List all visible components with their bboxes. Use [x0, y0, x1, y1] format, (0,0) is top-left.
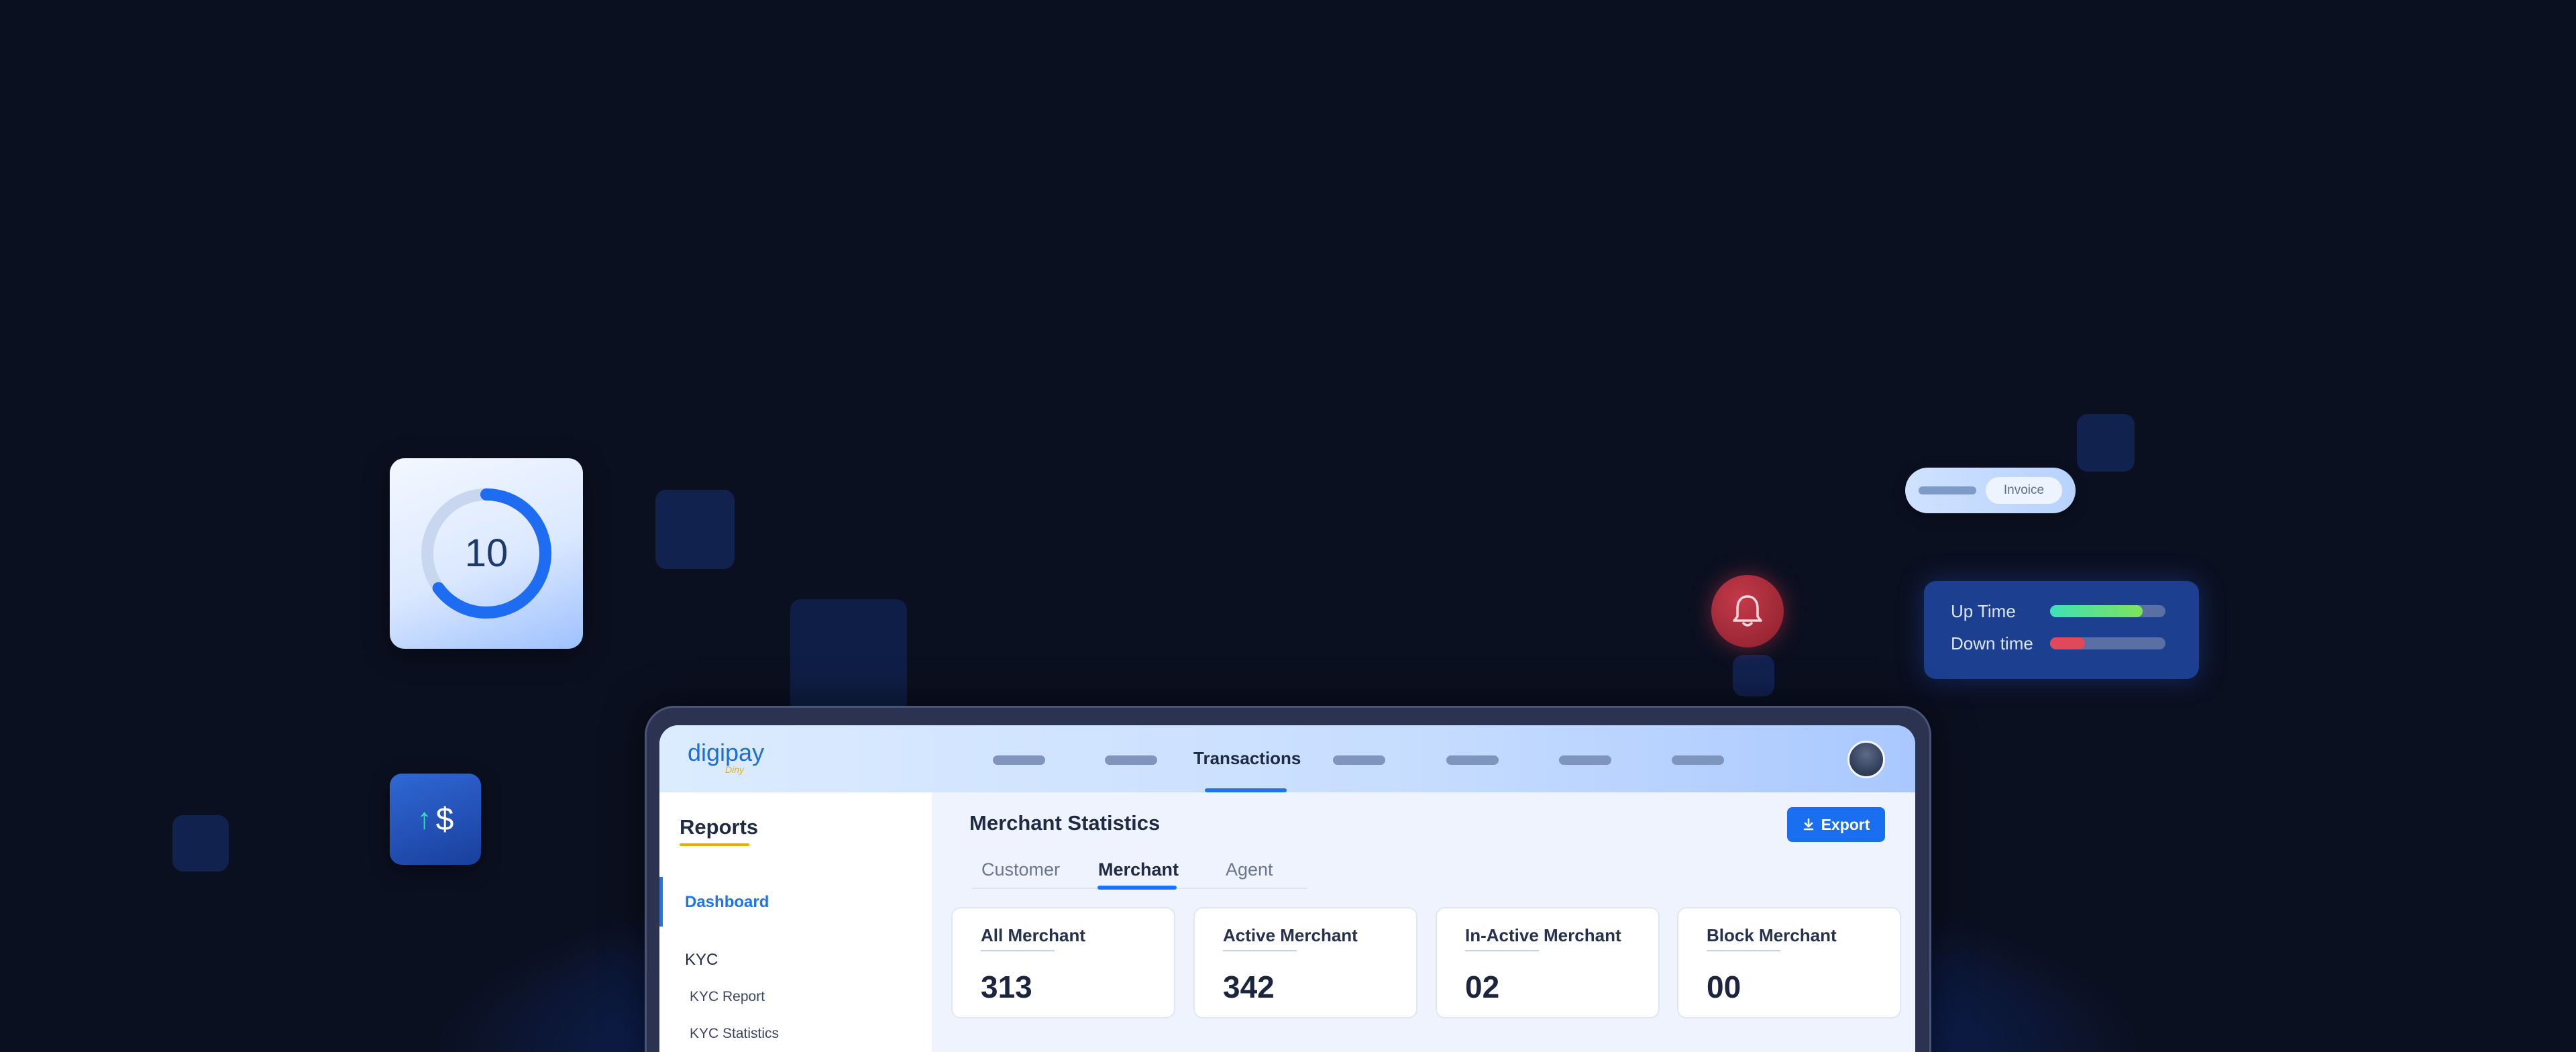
stat-label-underline [1707, 950, 1780, 951]
stat-label-underline [1223, 950, 1297, 951]
app-logo[interactable]: digipay Diny [688, 739, 765, 775]
user-avatar[interactable] [1847, 741, 1885, 778]
dollar-icon: $ [435, 801, 454, 837]
money-up-widget: ↑ $ [390, 774, 481, 865]
stat-card-inactive-merchant[interactable]: In-Active Merchant 02 [1436, 907, 1660, 1018]
downtime-bar-fill [2050, 637, 2085, 649]
export-button[interactable]: Export [1787, 807, 1885, 842]
nav-item-placeholder[interactable] [1672, 755, 1724, 765]
bell-icon [1733, 595, 1762, 627]
uptime-label: Up Time [1951, 601, 2016, 621]
stat-value: 313 [981, 969, 1032, 1004]
nav-item-placeholder[interactable] [1105, 755, 1157, 765]
stat-label: Active Merchant [1223, 925, 1358, 945]
stat-value: 00 [1707, 969, 1741, 1004]
downtime-bar [2050, 637, 2165, 649]
decorative-square [790, 599, 907, 713]
arrow-up-icon: ↑ [417, 802, 432, 835]
stat-card-all-merchant[interactable]: All Merchant 313 [951, 907, 1175, 1018]
tab-active-indicator [1097, 886, 1177, 890]
stat-card-active-merchant[interactable]: Active Merchant 342 [1193, 907, 1417, 1018]
nav-item-transactions[interactable]: Transactions [1193, 748, 1301, 769]
stat-value: 02 [1465, 969, 1500, 1004]
notification-bell[interactable] [1711, 575, 1784, 647]
stat-label: All Merchant [981, 925, 1086, 945]
stat-card-block-merchant[interactable]: Block Merchant 00 [1677, 907, 1901, 1018]
sidebar-item-kyc[interactable]: KYC [685, 951, 718, 969]
stat-value: 342 [1223, 969, 1275, 1004]
page-title: Merchant Statistics [969, 811, 1161, 835]
sidebar-item-dashboard[interactable]: Dashboard [685, 893, 769, 912]
downtime-label: Down time [1951, 633, 2033, 653]
uptime-bar [2050, 605, 2165, 617]
ring-value: 10 [464, 531, 508, 575]
stat-label: In-Active Merchant [1465, 925, 1621, 945]
sidebar-subitem-kyc-statistics[interactable]: KYC Statistics [690, 1026, 779, 1042]
sidebar-active-indicator [659, 877, 663, 927]
nav-item-placeholder[interactable] [993, 755, 1045, 765]
stat-label-underline [1465, 950, 1539, 951]
nav-item-placeholder[interactable] [1446, 755, 1499, 765]
uptime-bar-fill [2050, 605, 2143, 617]
tab-merchant[interactable]: Merchant [1098, 859, 1179, 880]
sidebar-title-underline [680, 843, 749, 846]
progress-ring-widget: 10 [390, 458, 583, 649]
export-label: Export [1821, 815, 1870, 833]
download-icon [1803, 818, 1813, 831]
logo-text: digipay [688, 739, 765, 766]
tab-agent[interactable]: Agent [1226, 859, 1273, 880]
placeholder-bar [1919, 486, 1976, 494]
logo-subtext: Diny [725, 764, 745, 775]
stat-label: Block Merchant [1707, 925, 1837, 945]
nav-item-placeholder[interactable] [1559, 755, 1611, 765]
decorative-square [1733, 655, 1774, 696]
top-navbar: digipay Diny Transactions [659, 725, 1915, 792]
app-screen: digipay Diny Transactions Reports Dashbo… [659, 725, 1915, 1052]
decorative-square [172, 815, 229, 872]
main-content: Merchant Statistics Export Customer Merc… [932, 792, 1915, 1052]
invoice-widget: Invoice [1905, 468, 2076, 513]
stat-label-underline [981, 950, 1055, 951]
decorative-square [655, 490, 735, 569]
tab-customer[interactable]: Customer [981, 859, 1060, 880]
sidebar-subitem-kyc-report[interactable]: KYC Report [690, 989, 765, 1005]
nav-item-placeholder[interactable] [1333, 755, 1385, 765]
sidebar-title: Reports [680, 815, 759, 839]
uptime-widget: Up Time Down time [1924, 581, 2199, 679]
decorative-square [2077, 414, 2135, 472]
sidebar: Reports Dashboard KYC KYC Report KYC Sta… [659, 792, 932, 1052]
invoice-button[interactable]: Invoice [1986, 477, 2062, 504]
